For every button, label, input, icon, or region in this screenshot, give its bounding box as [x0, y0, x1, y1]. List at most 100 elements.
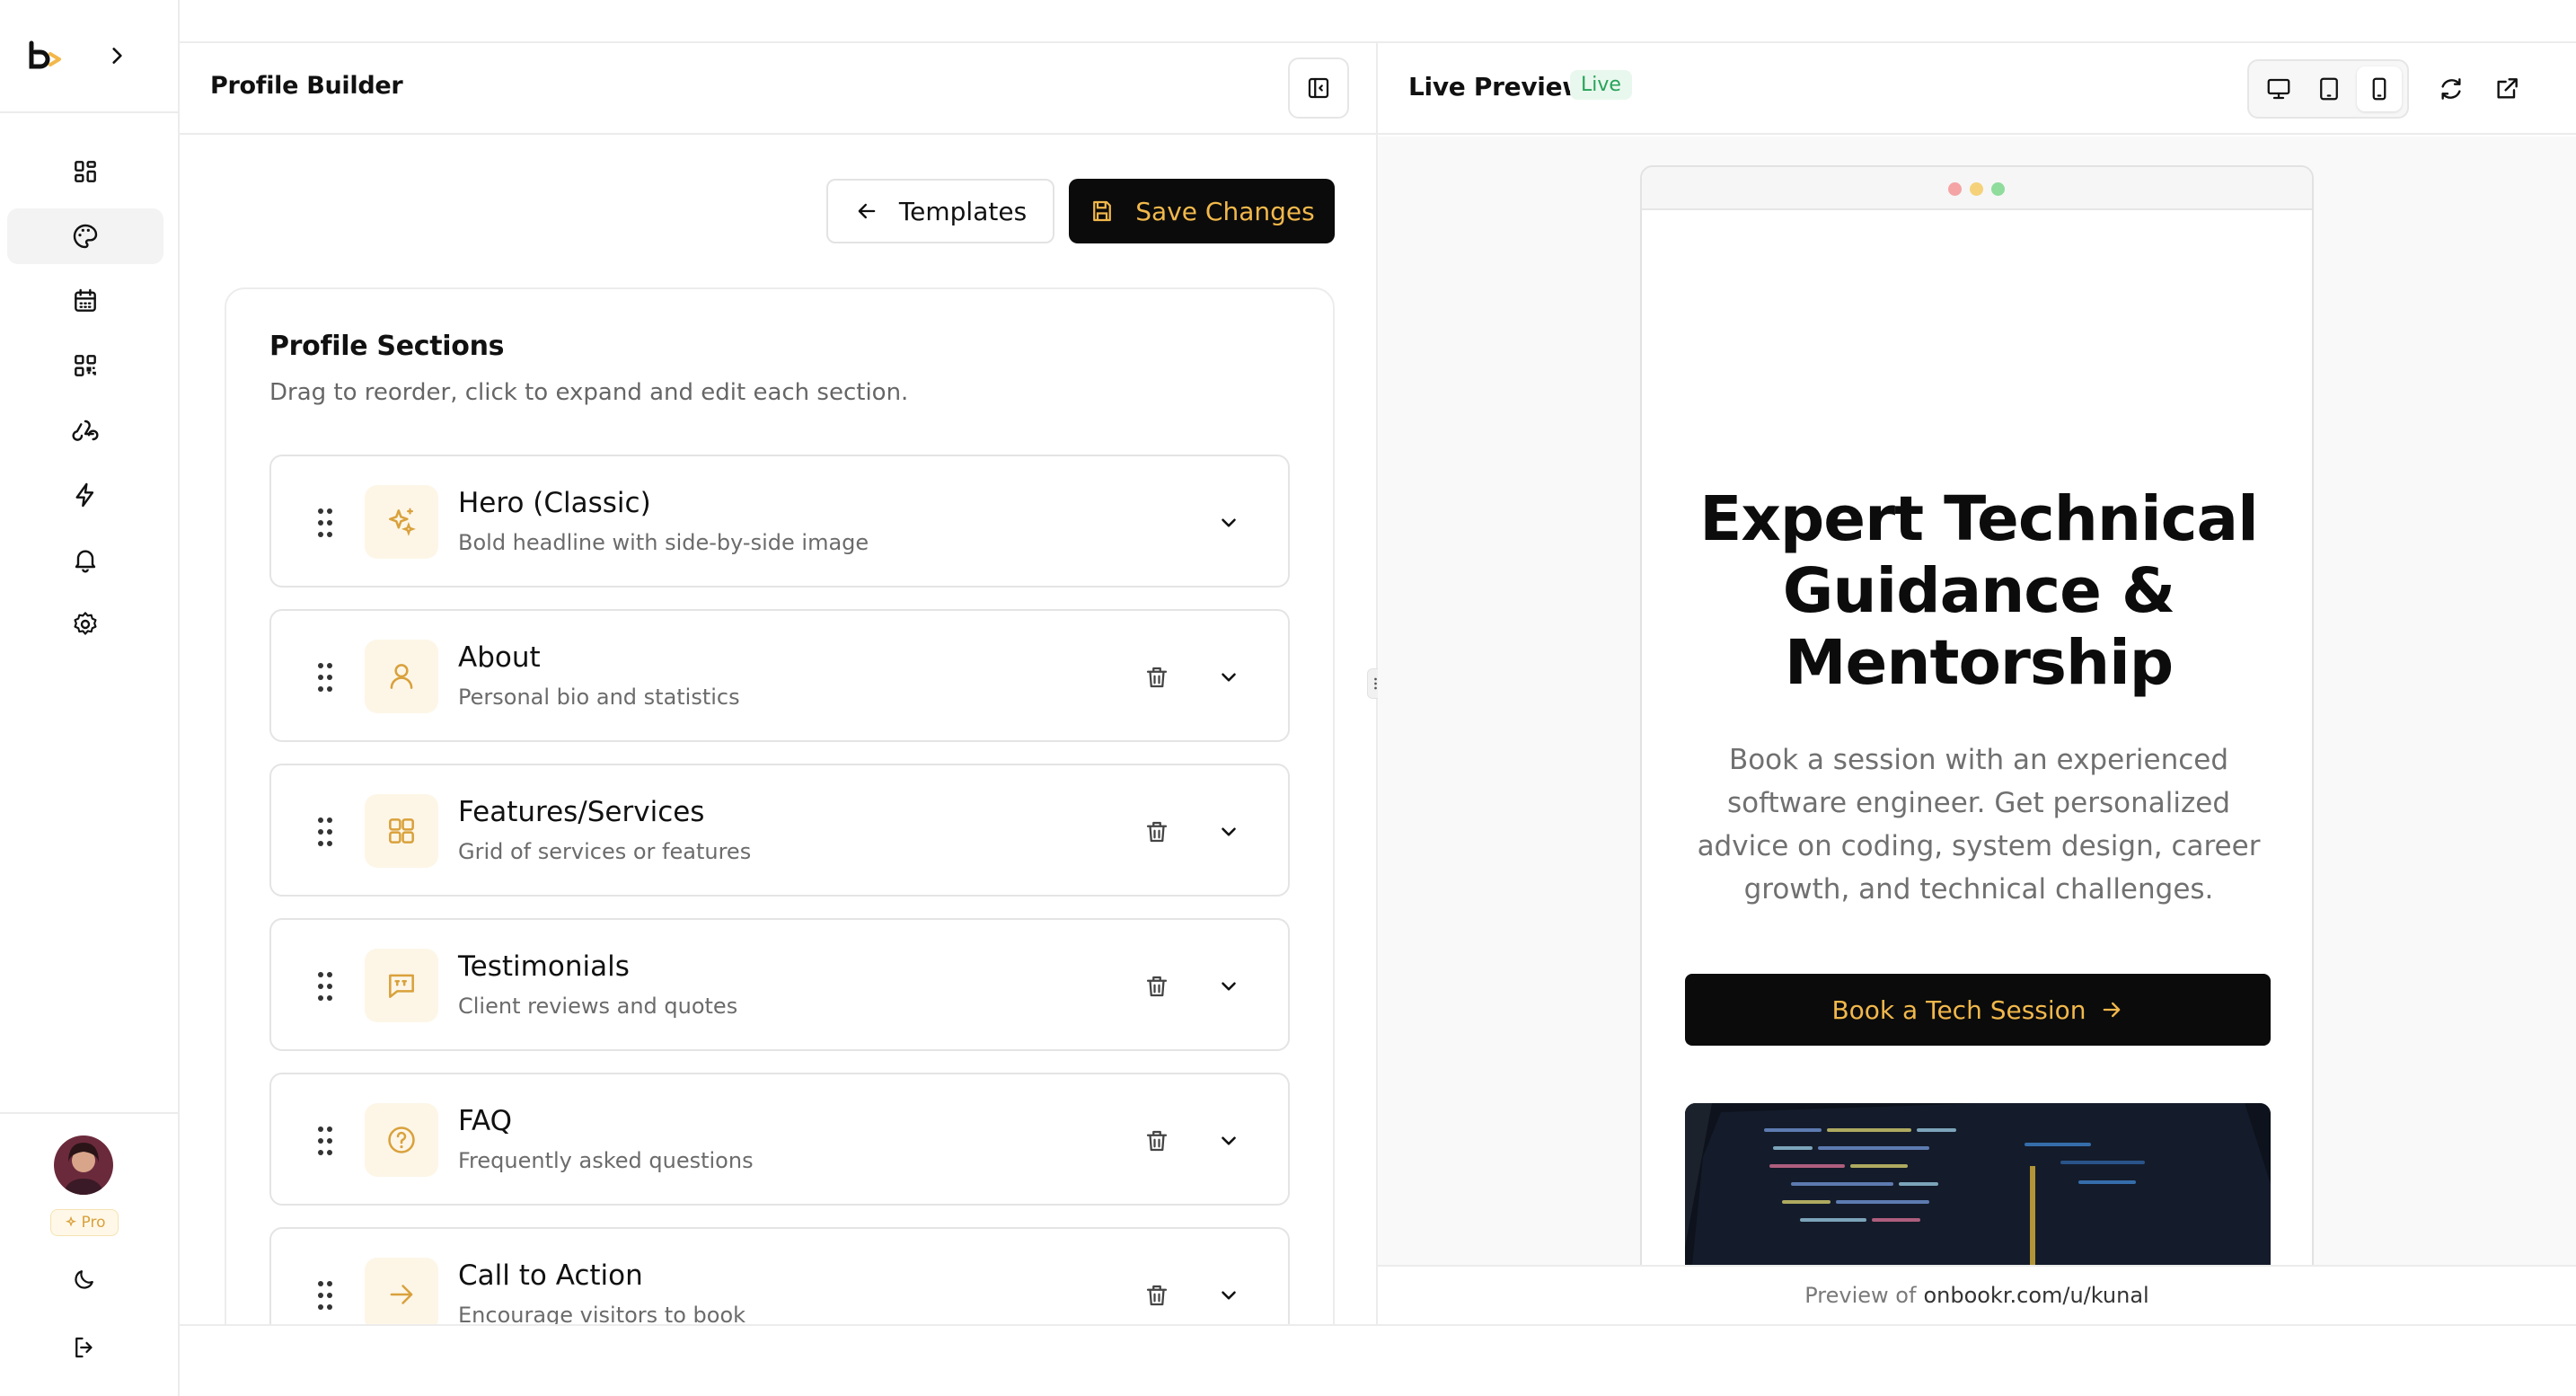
window-dot-yellow: [1970, 182, 1983, 196]
tablet-view-button[interactable]: [2307, 66, 2351, 111]
hero-subtitle: Book a session with an experienced softw…: [1697, 744, 2261, 906]
preview-footer-prefix: Preview of: [1804, 1283, 1917, 1308]
panel-left-icon: [1308, 77, 1329, 99]
help-circle-icon: [365, 1103, 438, 1177]
trash-icon[interactable]: [1141, 970, 1173, 1003]
chevron-down-icon[interactable]: [1213, 970, 1245, 1003]
webhook-icon: [72, 420, 99, 441]
save-changes-label: Save Changes: [1135, 196, 1315, 226]
page-title: Profile Builder: [210, 72, 403, 100]
bottom-bar: [180, 1324, 2576, 1396]
drag-handle-icon[interactable]: [316, 970, 334, 1003]
drag-handle-icon[interactable]: [316, 1125, 334, 1157]
section-title: Call to Action: [458, 1259, 643, 1292]
arrow-left-icon: [858, 203, 876, 219]
editor-panel: Profile Builder Templates Save Changes P…: [180, 43, 1378, 1365]
nav-notifications[interactable]: [7, 532, 163, 588]
mobile-icon: [2372, 77, 2386, 101]
section-title: Features/Services: [458, 796, 705, 828]
trash-icon[interactable]: [1141, 1125, 1173, 1157]
section-row-faq[interactable]: FAQ Frequently asked questions: [269, 1073, 1290, 1206]
desktop-view-button[interactable]: [2256, 66, 2301, 111]
pro-label: Pro: [81, 1214, 106, 1232]
chevron-down-icon[interactable]: [1213, 1279, 1245, 1312]
profile-sections-card: Profile Sections Drag to reorder, click …: [225, 287, 1335, 1365]
section-title: FAQ: [458, 1105, 513, 1137]
trash-icon[interactable]: [1141, 661, 1173, 694]
grid-icon: [365, 794, 438, 868]
section-title: Testimonials: [458, 950, 630, 983]
section-row-features[interactable]: Features/Services Grid of services or fe…: [269, 764, 1290, 897]
section-subtitle: Client reviews and quotes: [458, 994, 738, 1019]
refresh-icon[interactable]: [2434, 72, 2468, 106]
bell-icon: [75, 550, 96, 573]
section-row-about[interactable]: About Personal bio and statistics: [269, 609, 1290, 742]
nav-qr-code[interactable]: [7, 338, 163, 393]
live-badge: Live: [1570, 70, 1632, 100]
arrow-right-icon: [365, 1258, 438, 1331]
hero-title: Expert Technical Guidance & Mentorship: [1699, 483, 2258, 699]
preview-header: Live Preview Live: [1378, 43, 2576, 135]
sections-description: Drag to reorder, click to expand and edi…: [269, 379, 909, 406]
trash-icon[interactable]: [1141, 1279, 1173, 1312]
pro-badge: Pro: [50, 1209, 119, 1236]
templates-button[interactable]: Templates: [826, 179, 1054, 243]
preview-title: Live Preview: [1408, 72, 1585, 102]
save-changes-button[interactable]: Save Changes: [1069, 179, 1335, 243]
quote-icon: [365, 949, 438, 1022]
sparkles-icon: [65, 1215, 76, 1227]
chevron-down-icon[interactable]: [1213, 1125, 1245, 1157]
hero-image: [1685, 1103, 2271, 1265]
sections-title: Profile Sections: [269, 331, 505, 362]
templates-label: Templates: [898, 196, 1028, 226]
drag-handle-icon[interactable]: [316, 507, 334, 539]
window-dot-green: [1991, 182, 2005, 196]
nav-dashboard[interactable]: [7, 144, 163, 199]
top-bar: [180, 0, 2576, 43]
nav-calendar[interactable]: [7, 273, 163, 329]
nav-settings[interactable]: [7, 596, 163, 652]
grid-icon: [75, 161, 96, 182]
browser-chrome: [1642, 167, 2312, 210]
section-subtitle: Personal bio and statistics: [458, 685, 740, 710]
divider: [0, 111, 180, 113]
logout-icon[interactable]: [68, 1331, 101, 1364]
qr-code-icon: [75, 355, 96, 376]
external-link-icon[interactable]: [2490, 72, 2524, 106]
preview-panel: Live Preview Live Expert Technical Guida…: [1378, 43, 2576, 1324]
gear-icon: [74, 612, 97, 635]
mobile-view-button[interactable]: [2357, 66, 2402, 111]
editor-header: Profile Builder: [180, 43, 1378, 135]
nav-integrations[interactable]: [7, 467, 163, 523]
divider: [0, 1112, 180, 1114]
section-row-testimonials[interactable]: Testimonials Client reviews and quotes: [269, 918, 1290, 1051]
avatar[interactable]: [54, 1135, 113, 1195]
chevron-down-icon[interactable]: [1213, 816, 1245, 848]
calendar-icon: [75, 288, 96, 312]
arrow-right-icon: [2103, 1002, 2120, 1018]
onbookr-logo[interactable]: [29, 40, 65, 72]
window-dot-red: [1948, 182, 1962, 196]
drag-handle-icon[interactable]: [316, 816, 334, 848]
cta-label: Book a Tech Session: [1831, 994, 2086, 1025]
collapse-panel-button[interactable]: [1288, 57, 1349, 119]
palette-icon: [73, 224, 98, 249]
section-title: Hero (Classic): [458, 487, 651, 519]
preview-footer: Preview of onbookr.com/u/kunal: [1378, 1265, 2576, 1324]
moon-icon[interactable]: [68, 1263, 101, 1295]
book-session-button[interactable]: Book a Tech Session: [1685, 974, 2271, 1046]
sparkles-icon: [365, 485, 438, 559]
chevron-down-icon[interactable]: [1213, 661, 1245, 694]
section-title: About: [458, 641, 541, 674]
trash-icon[interactable]: [1141, 816, 1173, 848]
chevron-right-icon[interactable]: [101, 40, 133, 72]
section-row-hero[interactable]: Hero (Classic) Bold headline with side-b…: [269, 455, 1290, 588]
nav-webhooks[interactable]: [7, 402, 163, 458]
device-switcher: [2247, 59, 2409, 119]
preview-url[interactable]: onbookr.com/u/kunal: [1923, 1283, 2148, 1308]
nav-profile-builder[interactable]: [7, 208, 163, 264]
chevron-down-icon[interactable]: [1213, 507, 1245, 539]
section-subtitle: Grid of services or features: [458, 839, 752, 864]
drag-handle-icon[interactable]: [316, 1279, 334, 1312]
drag-handle-icon[interactable]: [316, 661, 334, 694]
